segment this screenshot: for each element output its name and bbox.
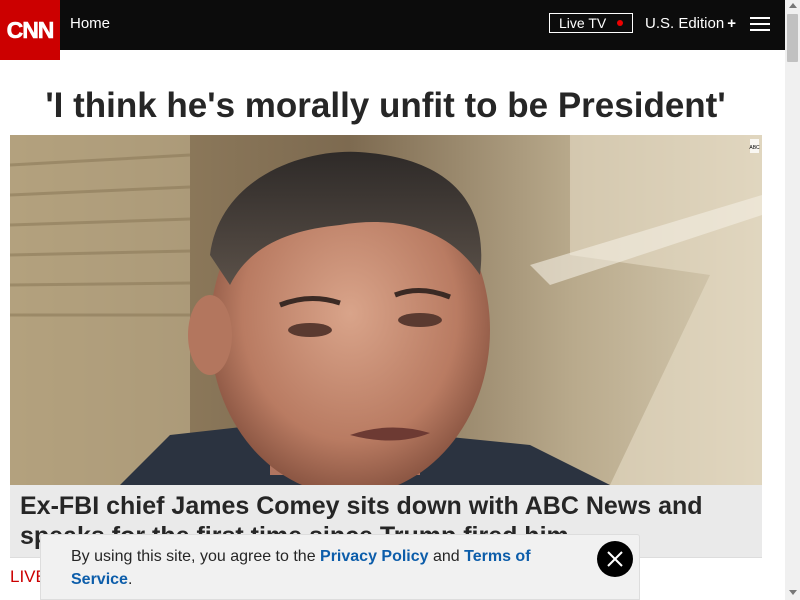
edition-plus-icon: + <box>727 15 736 32</box>
edition-label: U.S. Edition <box>645 15 725 32</box>
scroll-thumb[interactable] <box>787 14 798 62</box>
privacy-policy-link[interactable]: Privacy Policy <box>320 548 429 565</box>
cookie-notice: By using this site, you agree to the Pri… <box>40 534 640 600</box>
watermark-text: ABC <box>749 145 760 151</box>
menu-icon[interactable] <box>750 17 770 33</box>
cookie-text-after: . <box>127 571 133 588</box>
top-nav: Home Live TV U.S. Edition + <box>0 0 785 50</box>
live-tv-label: Live TV <box>559 15 607 31</box>
edition-selector[interactable]: U.S. Edition + <box>645 15 736 32</box>
scroll-down-icon[interactable] <box>789 590 797 595</box>
cookie-text-middle: and <box>428 548 465 565</box>
hero-image[interactable]: ABC <box>10 135 762 485</box>
live-dot-icon <box>617 20 623 26</box>
logo-text: CNN <box>7 17 54 43</box>
hero-photo: ABC <box>10 135 762 485</box>
scroll-up-icon[interactable] <box>789 3 797 8</box>
cnn-logo[interactable]: CNN <box>0 0 60 60</box>
live-tv-button[interactable]: Live TV <box>549 13 633 33</box>
close-icon <box>607 551 623 567</box>
cookie-text: By using this site, you agree to the Pri… <box>71 545 551 591</box>
scrollbar[interactable] <box>785 0 800 600</box>
home-link[interactable]: Home <box>70 15 110 32</box>
page-title[interactable]: 'I think he's morally unfit to be Presid… <box>0 86 771 126</box>
cookie-text-before: By using this site, you agree to the <box>71 548 321 565</box>
cnn-logo-icon: CNN <box>6 17 55 44</box>
close-button[interactable] <box>597 541 633 577</box>
